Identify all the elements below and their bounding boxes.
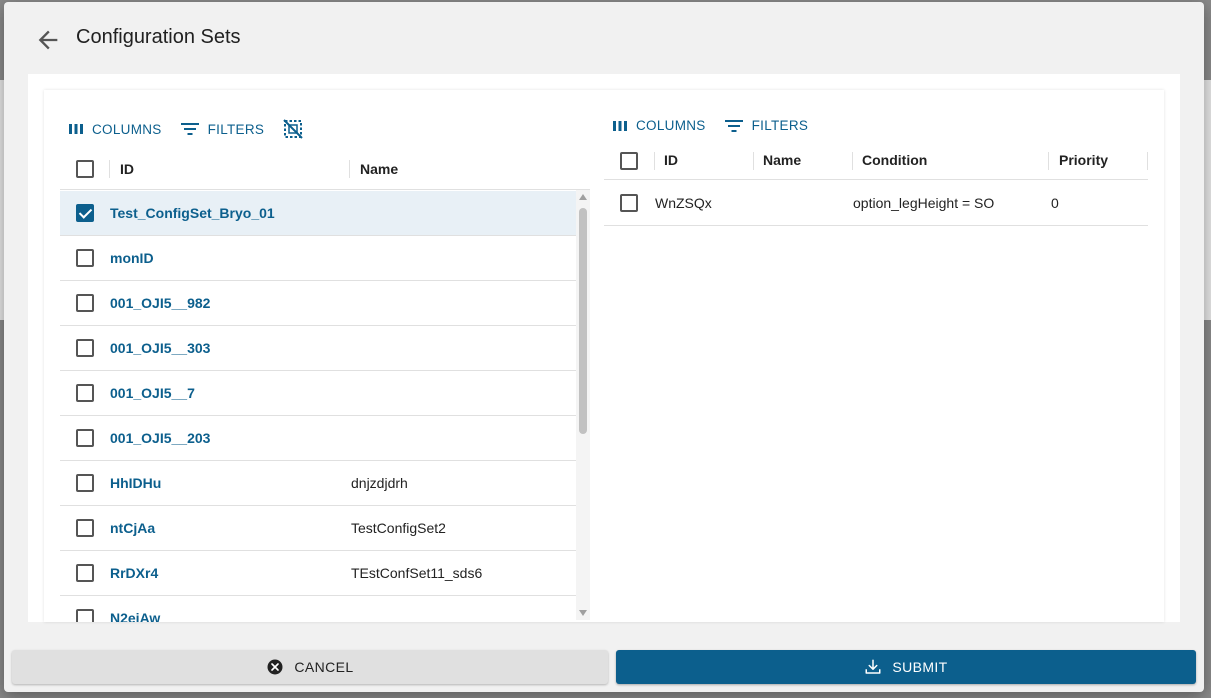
dialog-title: Configuration Sets (76, 26, 241, 48)
configuration-sets-dialog: Configuration Sets COLUMNS FILTERS ID Na… (4, 2, 1204, 692)
filter-list-icon (724, 119, 743, 132)
scroll-up-arrow[interactable] (579, 194, 587, 200)
row-checkbox[interactable] (76, 429, 94, 447)
row-name: TestConfigSet2 (351, 520, 446, 536)
table-row[interactable]: 001_OJI5__982 (60, 281, 590, 326)
row-id-link[interactable]: 001_OJI5__203 (110, 416, 210, 461)
row-id-link[interactable]: 001_OJI5__303 (110, 326, 210, 371)
table-row[interactable]: RrDXr4 TEstConfSet11_sds6 (60, 551, 590, 596)
table-row[interactable]: N2ejAw (60, 596, 590, 622)
left-grid-toolbar: COLUMNS FILTERS (68, 118, 304, 140)
right-columns-label: COLUMNS (636, 118, 706, 133)
cancel-circle-icon (267, 659, 283, 675)
deselect-all-button[interactable] (282, 118, 304, 140)
back-button[interactable] (34, 26, 62, 54)
row-checkbox[interactable] (76, 294, 94, 312)
row-id: WnZSQx (655, 195, 712, 211)
row-name: dnjzdjdrh (351, 475, 408, 491)
row-id-link[interactable]: 001_OJI5__7 (110, 371, 195, 416)
table-row[interactable]: 001_OJI5__303 (60, 326, 590, 371)
left-filters-label: FILTERS (207, 121, 265, 137)
column-header-condition[interactable]: Condition (852, 140, 927, 180)
table-row[interactable]: Test_ConfigSet_Bryo_01 (60, 191, 590, 236)
column-header-priority[interactable]: Priority (1049, 140, 1108, 180)
row-id-link[interactable]: Test_ConfigSet_Bryo_01 (110, 191, 275, 236)
select-all-checkbox[interactable] (76, 160, 94, 178)
table-row[interactable]: WnZSQx option_legHeight = SO 0 (604, 181, 1148, 226)
left-columns-label: COLUMNS (92, 121, 162, 137)
submit-button[interactable]: SUBMIT (616, 650, 1196, 684)
row-checkbox[interactable] (76, 609, 94, 622)
row-checkbox[interactable] (76, 204, 94, 222)
column-header-name[interactable]: Name (753, 140, 801, 180)
right-columns-button[interactable]: COLUMNS (612, 118, 706, 133)
row-checkbox[interactable] (76, 249, 94, 267)
row-checkbox[interactable] (76, 384, 94, 402)
right-grid-toolbar: COLUMNS FILTERS (612, 118, 808, 133)
header-separator (1147, 152, 1148, 170)
dialog-header: Configuration Sets (4, 2, 1204, 72)
table-row[interactable]: HhIDHu dnjzdjdrh (60, 461, 590, 506)
row-id-link[interactable]: N2ejAw (110, 596, 160, 622)
row-checkbox[interactable] (76, 564, 94, 582)
row-checkbox[interactable] (76, 339, 94, 357)
table-row[interactable]: ntCjAa TestConfigSet2 (60, 506, 590, 551)
column-header-id[interactable]: ID (654, 140, 678, 180)
cancel-button[interactable]: CANCEL (12, 650, 608, 684)
configuration-sets-grid: ID Name Test_ConfigSet_Bryo_01 monID 001_O… (60, 148, 590, 622)
row-name: TEstConfSet11_sds6 (351, 565, 483, 581)
row-checkbox[interactable] (76, 474, 94, 492)
table-row[interactable]: 001_OJI5__203 (60, 416, 590, 461)
row-id-link[interactable]: 001_OJI5__982 (110, 281, 210, 326)
cancel-label: CANCEL (294, 659, 354, 675)
row-condition: option_legHeight = SO (853, 195, 995, 211)
left-columns-button[interactable]: COLUMNS (68, 122, 162, 137)
options-grid: ID Name Condition Priority WnZSQx option_… (604, 140, 1148, 622)
row-checkbox[interactable] (76, 519, 94, 537)
view-column-icon (613, 120, 627, 131)
right-grid-header: ID Name Condition Priority (604, 140, 1148, 180)
deselect-icon (283, 119, 303, 139)
row-id-link[interactable]: monID (110, 236, 154, 281)
right-filters-label: FILTERS (751, 118, 809, 133)
table-row[interactable]: 001_OJI5__7 (60, 371, 590, 416)
left-grid-header: ID Name (60, 148, 590, 190)
view-column-icon (69, 124, 83, 134)
scroll-down-arrow[interactable] (579, 610, 587, 616)
right-filters-button[interactable]: FILTERS (724, 118, 809, 133)
row-checkbox[interactable] (620, 194, 638, 212)
row-priority: 0 (1051, 195, 1059, 211)
row-id-link[interactable]: ntCjAa (110, 506, 155, 551)
left-filters-button[interactable]: FILTERS (180, 122, 265, 137)
row-id-link[interactable]: HhIDHu (110, 461, 161, 506)
arrow-left-icon (38, 30, 58, 50)
filter-list-icon (180, 123, 199, 135)
left-grid-scrollbar[interactable] (576, 190, 590, 620)
row-id-link[interactable]: RrDXr4 (110, 551, 158, 596)
column-header-id[interactable]: ID (110, 148, 134, 190)
table-row[interactable]: monID (60, 236, 590, 281)
scroll-thumb[interactable] (579, 208, 587, 434)
background-app-right (1204, 80, 1211, 320)
content-card: COLUMNS FILTERS ID Name Test_ConfigSet_B… (28, 74, 1180, 622)
download-tray-icon (865, 659, 881, 674)
grids-panel: COLUMNS FILTERS ID Name Test_ConfigSet_B… (44, 90, 1164, 622)
submit-label: SUBMIT (892, 659, 948, 675)
right-select-all-checkbox[interactable] (620, 152, 638, 170)
column-header-name[interactable]: Name (350, 148, 398, 190)
